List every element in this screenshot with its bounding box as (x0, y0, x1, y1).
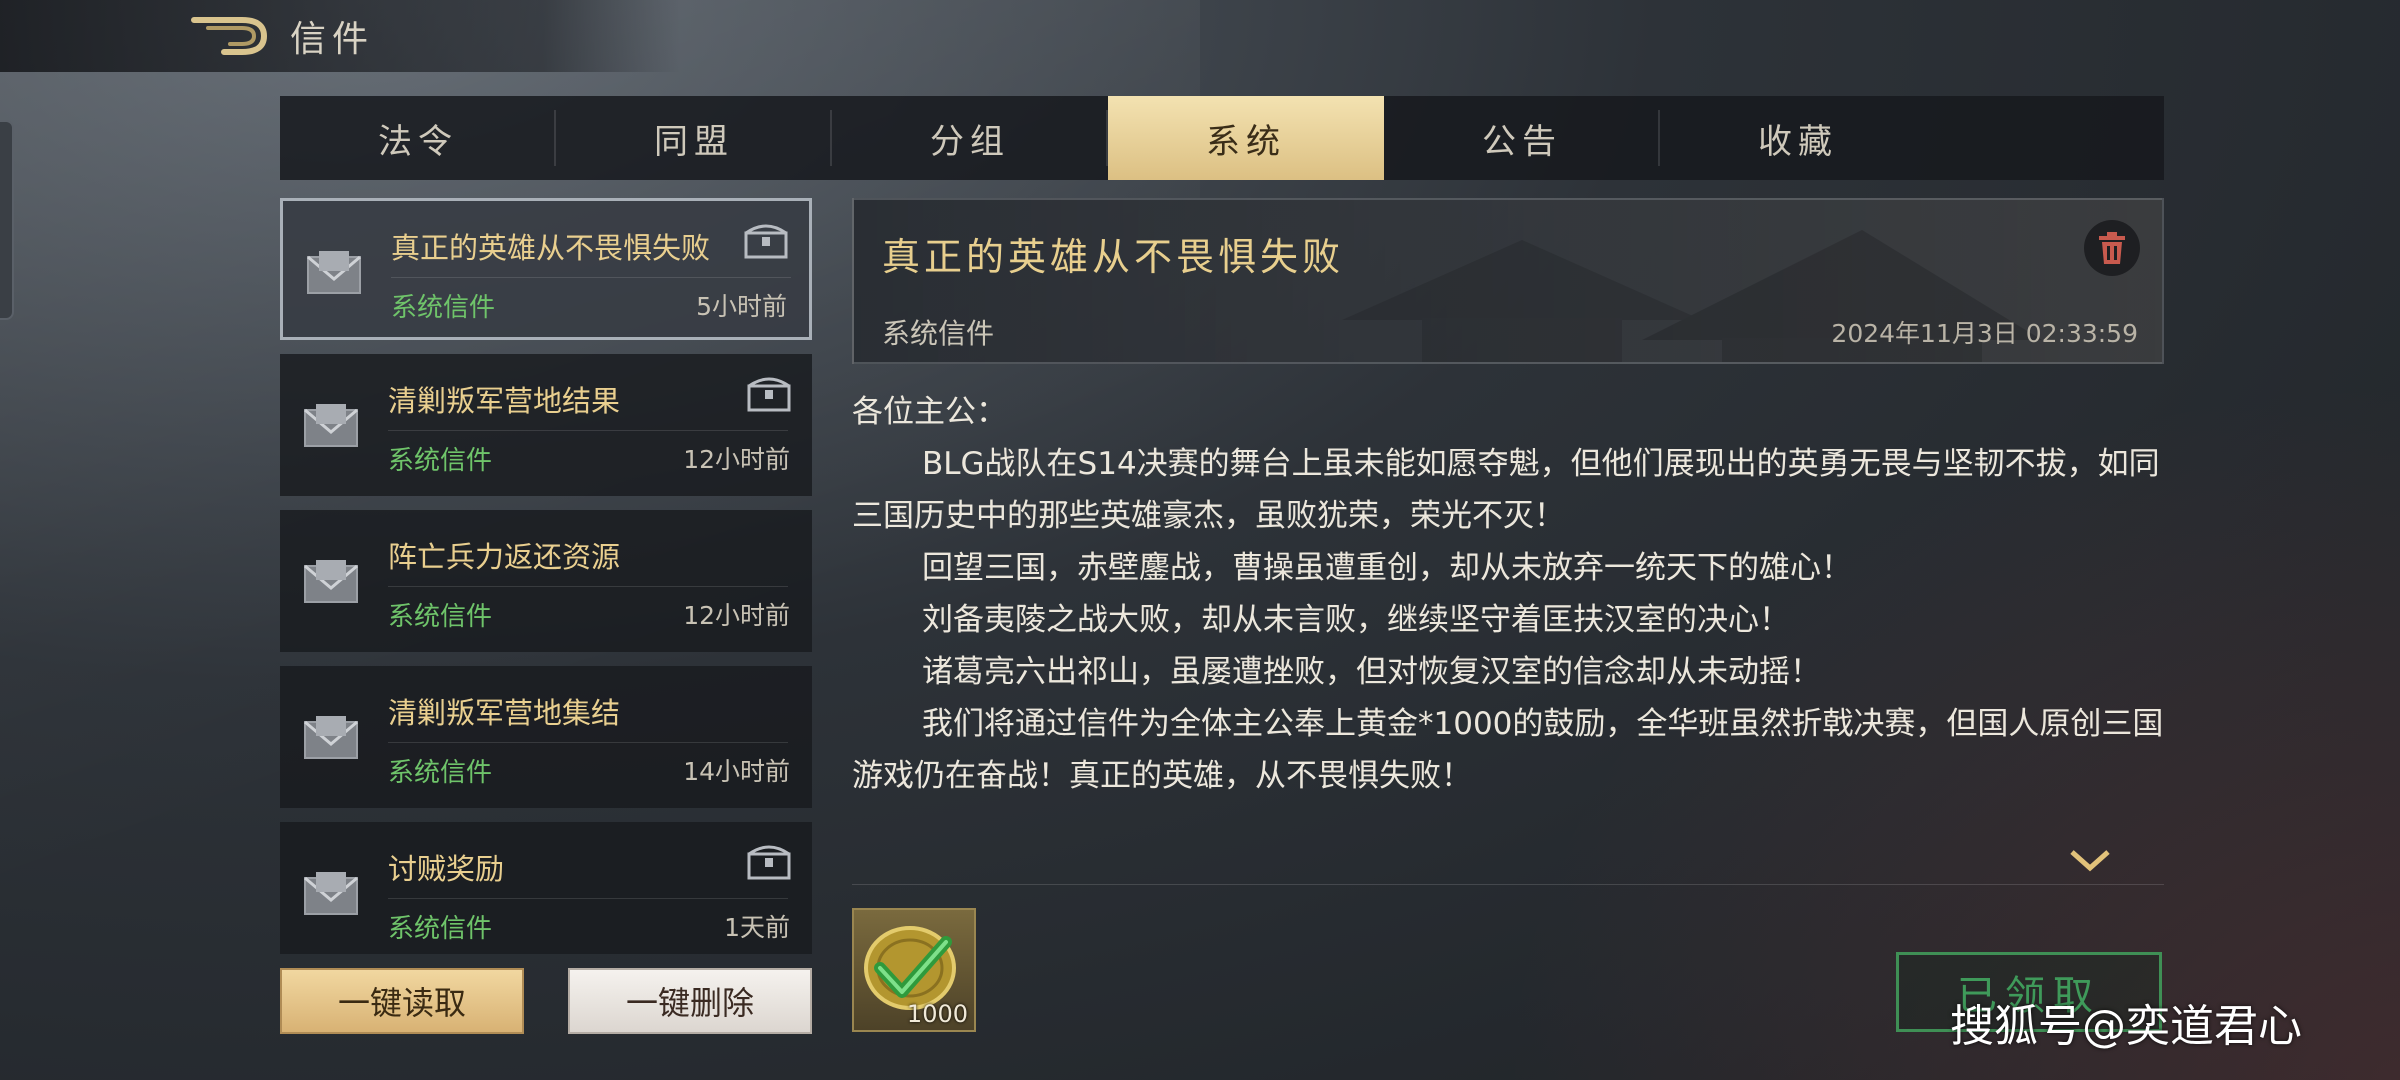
reward-item[interactable]: 1000 (852, 908, 976, 1032)
chevron-down-icon[interactable] (2068, 848, 2112, 872)
back-arrow-icon (191, 17, 268, 55)
divider (388, 742, 788, 743)
envelope-icon (307, 251, 361, 294)
tab-label: 公告 (1482, 121, 1562, 162)
mail-title: 讨贼奖励 (388, 852, 505, 886)
mail-sender: 系统信件 (388, 758, 493, 788)
mail-item[interactable]: 清剿叛军营地结果 系统信件 12小时前 (280, 354, 812, 496)
divider (852, 884, 2164, 885)
mail-sender: 系统信件 (388, 914, 493, 944)
envelope-icon (304, 872, 358, 915)
tab-group[interactable]: 分组 (832, 96, 1108, 180)
trash-icon (2099, 232, 2125, 264)
mail-greeting: 各位主公： (852, 394, 1007, 430)
mail-item-selected[interactable]: 真正的英雄从不畏惧失败 系统信件 5小时前 (280, 198, 812, 340)
mail-list[interactable]: 真正的英雄从不畏惧失败 系统信件 5小时前 清剿叛军营地结果 系统信件 12小时… (280, 198, 812, 954)
mail-time: 5小时前 (696, 292, 787, 321)
mail-category-tabs: 法令 同盟 分组 系统 公告 收藏 (280, 96, 2164, 180)
mail-detail-date: 2024年11月3日 02:33:59 (1831, 319, 2138, 348)
envelope-icon (304, 560, 358, 603)
mail-detail-sender: 系统信件 (882, 317, 995, 350)
tab-system[interactable]: 系统 (1108, 96, 1384, 180)
tab-announcement[interactable]: 公告 (1384, 96, 1660, 180)
mail-sender: 系统信件 (388, 602, 493, 632)
read-all-button[interactable]: 一键读取 (280, 968, 524, 1034)
page-title: 信件 (290, 19, 375, 60)
divider (388, 586, 788, 587)
mail-paragraph: 我们将通过信件为全体主公奉上黄金*1000的鼓励，全华班虽然折戟决赛，但国人原创… (852, 706, 2164, 794)
delete-all-button[interactable]: 一键删除 (568, 968, 812, 1034)
mail-title: 阵亡兵力返还资源 (388, 540, 621, 574)
mail-item[interactable]: 阵亡兵力返还资源 系统信件 12小时前 (280, 510, 812, 652)
divider (388, 430, 788, 431)
tab-favorites[interactable]: 收藏 (1660, 96, 1936, 180)
header-bar: 信件 (0, 0, 680, 72)
delete-mail-button[interactable] (2084, 220, 2140, 276)
attachment-chest-icon (744, 224, 788, 259)
mail-paragraph: 刘备夷陵之战大败，却从未言败，继续坚守着匡扶汉室的决心！ (922, 602, 1790, 638)
tab-alliance[interactable]: 同盟 (556, 96, 832, 180)
back-button[interactable] (180, 6, 280, 66)
divider (388, 898, 788, 899)
mail-paragraph: 诸葛亮六出祁山，虽屡遭挫败，但对恢复汉室的信念却从未动摇！ (922, 654, 1821, 690)
mail-time: 12小时前 (683, 445, 790, 474)
tab-label: 同盟 (654, 121, 734, 162)
mail-time: 1天前 (724, 913, 790, 942)
mail-title: 清剿叛军营地集结 (388, 696, 621, 730)
mail-detail-header: 真正的英雄从不畏惧失败 系统信件 2024年11月3日 02:33:59 (852, 198, 2164, 364)
mail-item[interactable]: 讨贼奖励 系统信件 1天前 (280, 822, 812, 954)
mail-detail-title: 真正的英雄从不畏惧失败 (882, 235, 1345, 279)
side-drawer-handle[interactable] (0, 120, 14, 320)
mail-time: 12小时前 (683, 601, 790, 630)
tab-decree[interactable]: 法令 (280, 96, 556, 180)
attachment-chest-icon (747, 377, 791, 412)
tab-label: 收藏 (1758, 121, 1838, 162)
reward-quantity: 1000 (906, 1000, 968, 1028)
divider (391, 277, 791, 278)
watermark: 搜狐号@奕道君心 (1950, 1001, 2302, 1052)
mail-body: 各位主公： BLG战队在S14决赛的舞台上虽未能如愿夺魁，但他们展现出的英勇无畏… (852, 386, 2164, 802)
envelope-icon (304, 404, 358, 447)
mail-time: 14小时前 (683, 757, 790, 786)
mail-paragraph: 回望三国，赤壁鏖战，曹操虽遭重创，却从未放弃一统天下的雄心！ (922, 550, 1852, 586)
tab-label: 法令 (378, 121, 458, 162)
mail-title: 真正的英雄从不畏惧失败 (391, 231, 711, 265)
mail-sender: 系统信件 (391, 293, 496, 323)
tab-label: 分组 (930, 121, 1010, 162)
mail-paragraph: BLG战队在S14决赛的舞台上虽未能如愿夺魁，但他们展现出的英勇无畏与坚韧不拔，… (852, 446, 2160, 534)
mail-item[interactable]: 清剿叛军营地集结 系统信件 14小时前 (280, 666, 812, 808)
tab-label: 系统 (1206, 121, 1286, 162)
mail-sender: 系统信件 (388, 446, 493, 476)
mail-title: 清剿叛军营地结果 (388, 384, 621, 418)
attachment-chest-icon (747, 845, 791, 880)
envelope-icon (304, 716, 358, 759)
